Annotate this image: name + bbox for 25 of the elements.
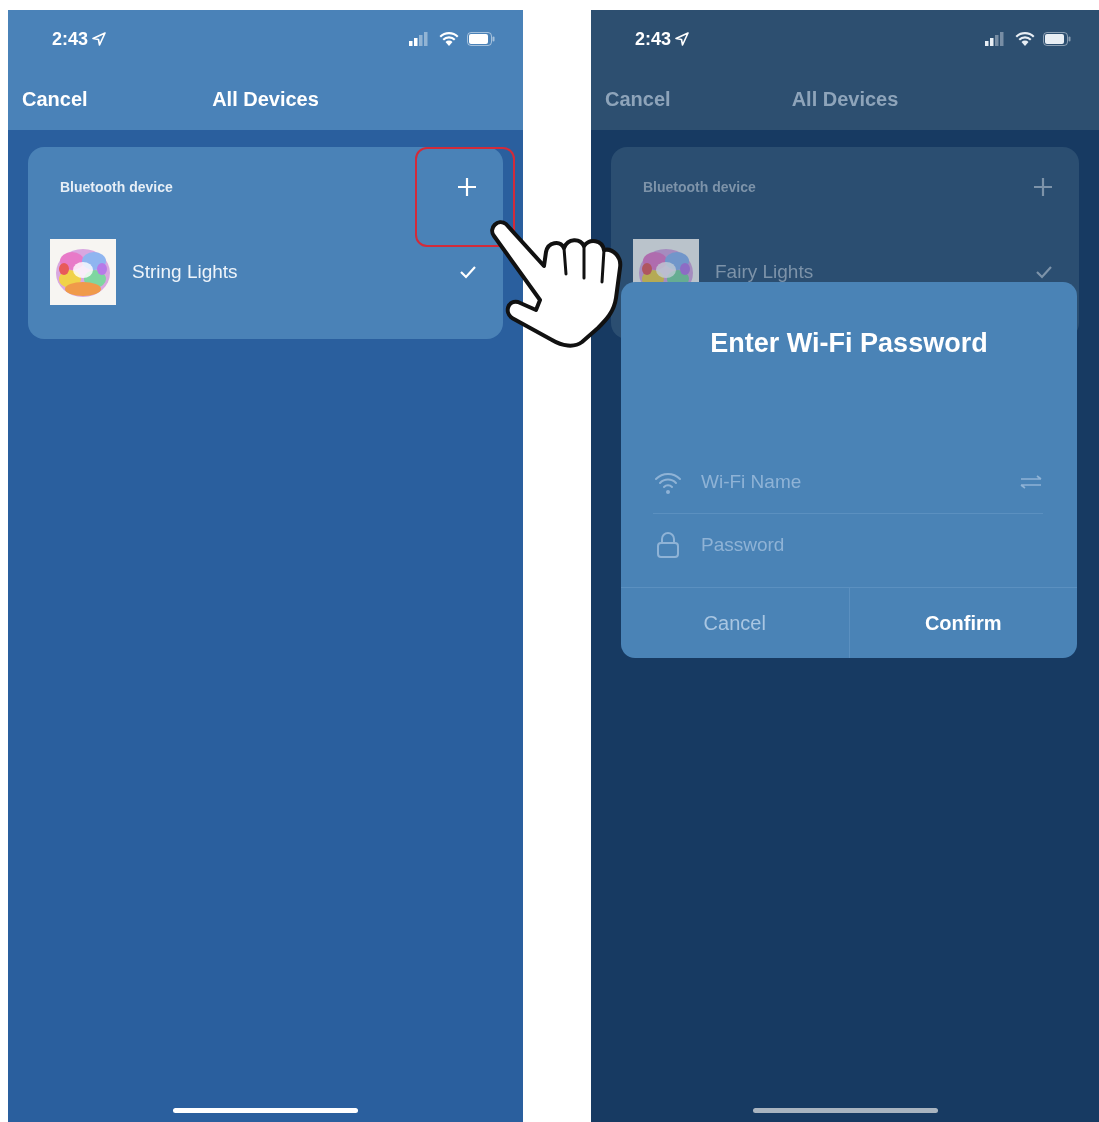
swap-icon[interactable] (1019, 475, 1043, 489)
password-field[interactable]: Password (701, 534, 1043, 556)
location-arrow-icon (675, 32, 690, 46)
status-time: 2:43 (635, 28, 672, 50)
cancel-button[interactable]: Cancel (621, 588, 849, 658)
battery-icon (467, 32, 495, 46)
nav-title: All Devices (212, 87, 319, 111)
cancel-button[interactable]: Cancel (22, 87, 88, 111)
dialog-title: Enter Wi-Fi Password (710, 328, 988, 359)
nav-title: All Devices (791, 87, 899, 111)
wifi-name-field[interactable]: Wi-Fi Name (701, 471, 1001, 493)
location-arrow-icon (92, 32, 107, 46)
section-title: Bluetooth device (60, 179, 173, 195)
plus-icon[interactable] (1033, 177, 1053, 197)
cancel-button[interactable]: Cancel (605, 87, 671, 111)
status-time: 2:43 (52, 28, 89, 50)
signal-icon (985, 32, 1007, 46)
confirm-button[interactable]: Confirm (848, 588, 1077, 658)
battery-icon (1043, 32, 1071, 46)
section-title: Bluetooth device (643, 179, 756, 195)
wifi-icon (1015, 32, 1035, 46)
device-name[interactable]: Fairy Lights (715, 261, 1035, 283)
wifi-icon (439, 32, 459, 46)
device-name[interactable]: String Lights (132, 261, 459, 283)
signal-icon (409, 32, 431, 46)
